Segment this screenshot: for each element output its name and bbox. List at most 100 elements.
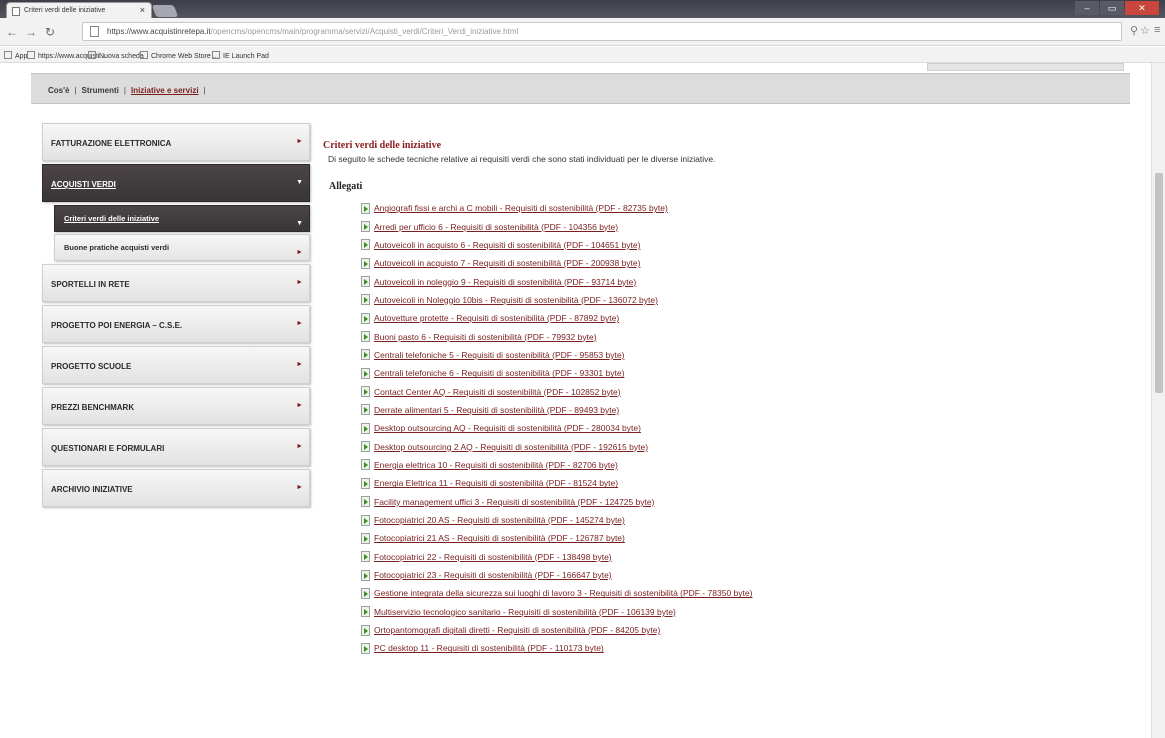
chrome-menu-icon[interactable]: ≡ [1154,24,1160,36]
document-icon[interactable] [361,331,370,343]
attachment-link[interactable]: Autoveicoli in acquisto 7 - Requisiti di… [374,258,640,268]
bookmarks-bar: App https://www.acquisti... Nuova scheda… [0,47,1165,63]
list-item: Angiografi fissi e archi a C mobili - Re… [361,199,1043,217]
document-icon[interactable] [361,587,370,599]
document-icon[interactable] [361,202,370,214]
attachment-link[interactable]: Fotocopiatrici 20 AS - Requisiti di sost… [374,515,625,525]
attachment-link[interactable]: Fotocopiatrici 22 - Requisiti di sosteni… [374,552,612,562]
arrow-right-icon: ► [296,402,303,409]
document-icon[interactable] [361,404,370,416]
sidebar-item-prezzi-benchmark[interactable]: PREZZI BENCHMARK ► [42,387,310,425]
document-icon[interactable] [361,276,370,288]
list-item: Buoni pasto 6 - Requisiti di sostenibili… [361,327,1043,345]
sidebar-item-sportelli[interactable]: SPORTELLI IN RETE ► [42,264,310,302]
bookmark-star-icon[interactable]: ☆ [1140,24,1150,37]
attachment-link[interactable]: Desktop outsourcing 2 AQ - Requisiti di … [374,442,648,452]
attachment-link[interactable]: Autoveicoli in acquisto 6 - Requisiti di… [374,240,640,250]
attachment-link[interactable]: PC desktop 11 - Requisiti di sostenibili… [374,643,604,653]
list-item: Autoveicoli in acquisto 6 - Requisiti di… [361,236,1043,254]
page-icon [88,51,96,59]
document-icon[interactable] [361,606,370,618]
sidebar-item-poi-energia[interactable]: PROGETTO POI ENERGIA – C.S.E. ► [42,305,310,343]
document-icon[interactable] [361,551,370,563]
document-icon[interactable] [361,422,370,434]
scrollbar-thumb[interactable] [1155,173,1163,393]
document-icon[interactable] [361,367,370,379]
list-item: Gestione integrata della sicurezza sui l… [361,584,1043,602]
attachment-link[interactable]: Facility management uffici 3 - Requisiti… [374,497,654,507]
breadcrumb: Cos'è | Strumenti | Iniziative e servizi | [48,86,206,95]
browser-tab[interactable]: Criteri verdi delle iniziative × [6,2,152,18]
attachment-link[interactable]: Angiografi fissi e archi a C mobili - Re… [374,203,668,213]
reload-icon[interactable]: ↻ [45,25,55,39]
new-tab-button[interactable] [151,5,179,17]
document-icon[interactable] [361,257,370,269]
document-icon[interactable] [361,441,370,453]
attachment-link[interactable]: Autovetture protette - Requisiti di sost… [374,313,619,323]
document-icon[interactable] [361,642,370,654]
sidebar-item-archivio[interactable]: ARCHIVIO INIZIATIVE ► [42,469,310,507]
forward-arrow-icon[interactable]: → [25,25,37,39]
attachment-link[interactable]: Autoveicoli in noleggio 9 - Requisiti di… [374,277,636,287]
maximize-icon[interactable]: ▭ [1100,1,1124,15]
document-icon[interactable] [361,514,370,526]
tab-close-icon[interactable]: × [140,5,145,15]
bookmark-launch-pad[interactable]: IE Launch Pad [212,51,269,60]
attachment-link[interactable]: Energia elettrica 10 - Requisiti di sost… [374,460,618,470]
attachment-link[interactable]: Fotocopiatrici 21 AS - Requisiti di sost… [374,533,625,543]
sidebar-item-progetto-scuole[interactable]: PROGETTO SCUOLE ► [42,346,310,384]
attachments-heading: Allegati [329,181,363,192]
attachment-link[interactable]: Centrali telefoniche 5 - Requisiti di so… [374,350,624,360]
document-icon[interactable] [361,294,370,306]
document-icon[interactable] [361,221,370,233]
address-bar[interactable]: https://www.acquistinretepa.it/opencms/o… [82,22,1122,41]
bookmark-nuova-scheda[interactable]: Nuova scheda [88,51,144,60]
sidebar-item-questionari[interactable]: QUESTIONARI E FORMULARI ► [42,428,310,466]
attachment-link[interactable]: Buoni pasto 6 - Requisiti di sostenibili… [374,332,597,342]
window-close-icon[interactable]: ✕ [1125,1,1159,15]
list-item: Multiservizio tecnologico sanitario - Re… [361,603,1043,621]
web-store-icon [140,51,148,59]
page-scrollbar[interactable] [1151,63,1165,738]
document-icon[interactable] [361,624,370,636]
bookmark-apps[interactable]: App [4,51,27,60]
document-icon[interactable] [361,239,370,251]
page-intro: Di seguito le schede tecniche relative a… [328,154,716,164]
breadcrumb-item-cose[interactable]: Cos'è [48,86,69,95]
minimize-icon[interactable]: – [1075,1,1099,15]
attachment-link[interactable]: Energia Elettrica 11 - Requisiti di sost… [374,478,618,488]
document-icon[interactable] [361,386,370,398]
browser-toolbar: ← → ↻ https://www.acquistinretepa.it/ope… [0,18,1165,46]
sidebar-subitem-criteri-verdi[interactable]: Criteri verdi delle iniziative ▼ [54,205,310,232]
document-icon[interactable] [361,569,370,581]
attachment-link[interactable]: Contact Center AQ - Requisiti di sosteni… [374,387,621,397]
launch-pad-icon [212,51,220,59]
document-icon[interactable] [361,312,370,324]
attachment-link[interactable]: Fotocopiatrici 23 - Requisiti di sosteni… [374,570,612,580]
document-icon[interactable] [361,459,370,471]
attachment-link[interactable]: Derrate alimentari 5 - Requisiti di sost… [374,405,619,415]
page-icon [90,26,99,37]
attachment-link[interactable]: Gestione integrata della sicurezza sui l… [374,588,752,598]
arrow-right-icon: ► [296,249,303,256]
document-icon[interactable] [361,349,370,361]
attachment-link[interactable]: Autoveicoli in Noleggio 10bis - Requisit… [374,295,658,305]
attachment-link[interactable]: Multiservizio tecnologico sanitario - Re… [374,607,676,617]
document-icon[interactable] [361,496,370,508]
list-item: Derrate alimentari 5 - Requisiti di sost… [361,401,1043,419]
attachment-link[interactable]: Arredi per ufficio 6 - Requisiti di sost… [374,222,618,232]
breadcrumb-item-iniziative[interactable]: Iniziative e servizi [131,86,199,95]
zoom-icon[interactable]: ⚲ [1130,24,1138,37]
attachment-link[interactable]: Desktop outsourcing AQ - Requisiti di so… [374,423,641,433]
sidebar-item-acquisti-verdi[interactable]: ACQUISTI VERDI ▼ [42,164,310,202]
back-arrow-icon[interactable]: ← [6,25,18,39]
document-icon[interactable] [361,477,370,489]
bookmark-chrome-web-store[interactable]: Chrome Web Store ... [140,51,219,60]
attachment-link[interactable]: Centrali telefoniche 6 - Requisiti di so… [374,368,624,378]
breadcrumb-item-strumenti[interactable]: Strumenti [82,86,119,95]
document-icon[interactable] [361,532,370,544]
submenu-acquisti-verdi: Criteri verdi delle iniziative ▼ Buone p… [54,205,310,261]
sidebar-subitem-buone-pratiche[interactable]: Buone pratiche acquisti verdi ► [54,234,310,261]
sidebar-item-fatturazione[interactable]: FATTURAZIONE ELETTRONICA ► [42,123,310,161]
attachment-link[interactable]: Ortopantomografi digitali diretti - Requ… [374,625,660,635]
